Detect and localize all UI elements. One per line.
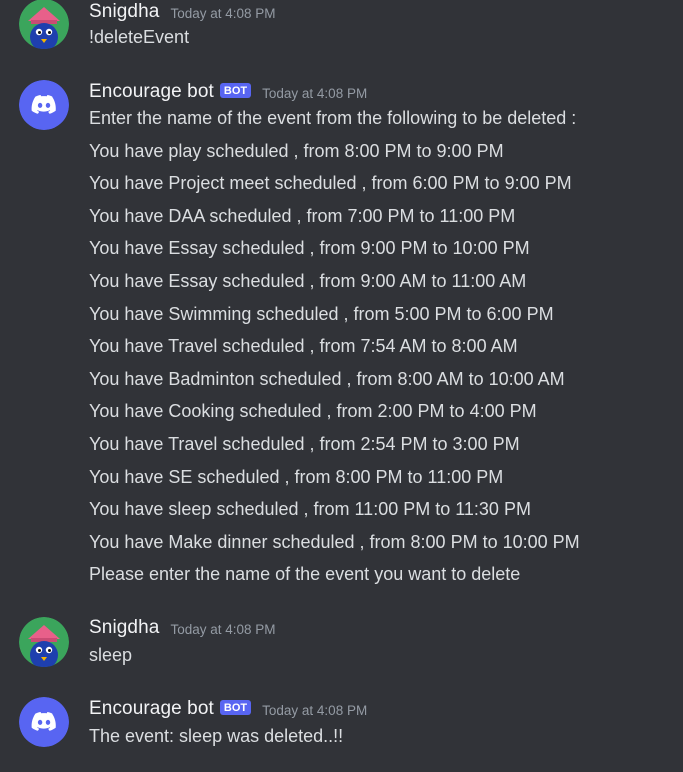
message-timestamp: Today at 4:08 PM: [262, 702, 368, 718]
event-list-item: You have DAA scheduled , from 7:00 PM to…: [89, 205, 516, 226]
event-list-item: You have Travel scheduled , from 7:54 AM…: [89, 336, 518, 357]
user-avatar-icon[interactable]: [19, 617, 69, 667]
event-list-item: You have Essay scheduled , from 9:00 PM …: [89, 238, 530, 259]
event-list-item: You have Cooking scheduled , from 2:00 P…: [89, 401, 537, 422]
chat-messages: Snigdha Today at 4:08 PM !deleteEvent En…: [0, 0, 683, 772]
discord-logo-icon[interactable]: [19, 80, 69, 130]
message-timestamp: Today at 4:08 PM: [262, 85, 368, 101]
event-list-item: You have Travel scheduled , from 2:54 PM…: [89, 433, 520, 454]
message-author[interactable]: Encourage bot: [89, 81, 214, 103]
message-author[interactable]: Snigdha: [89, 617, 159, 639]
event-list-item: You have SE scheduled , from 8:00 PM to …: [89, 466, 504, 487]
event-list-item: You have Swimming scheduled , from 5:00 …: [89, 303, 554, 324]
event-list-item: You have Badminton scheduled , from 8:00…: [89, 368, 565, 389]
discord-logo-icon[interactable]: [19, 697, 69, 747]
event-list-item: You have sleep scheduled , from 11:00 PM…: [89, 499, 531, 520]
message-text: Please enter the name of the event you w…: [89, 564, 521, 585]
message-text: !deleteEvent: [89, 27, 190, 47]
event-list-item: You have play scheduled , from 8:00 PM t…: [89, 140, 504, 161]
message-text: Enter the name of the event from the fol…: [89, 108, 577, 128]
message-timestamp: Today at 4:08 PM: [170, 621, 276, 637]
bot-badge: BOT: [219, 699, 252, 715]
message-timestamp: Today at 4:08 PM: [170, 5, 276, 21]
message-text: The event: sleep was deleted..!!: [89, 726, 344, 746]
event-list-item: You have Make dinner scheduled , from 8:…: [89, 531, 580, 552]
message-author[interactable]: Encourage bot: [89, 698, 214, 720]
event-list-item: You have Essay scheduled , from 9:00 AM …: [89, 270, 527, 291]
bot-badge: BOT: [219, 82, 252, 98]
user-avatar-icon[interactable]: [19, 0, 69, 49]
message-text: sleep: [89, 645, 133, 665]
event-list-item: You have Project meet scheduled , from 6…: [89, 173, 572, 194]
message-author[interactable]: Snigdha: [89, 1, 159, 23]
